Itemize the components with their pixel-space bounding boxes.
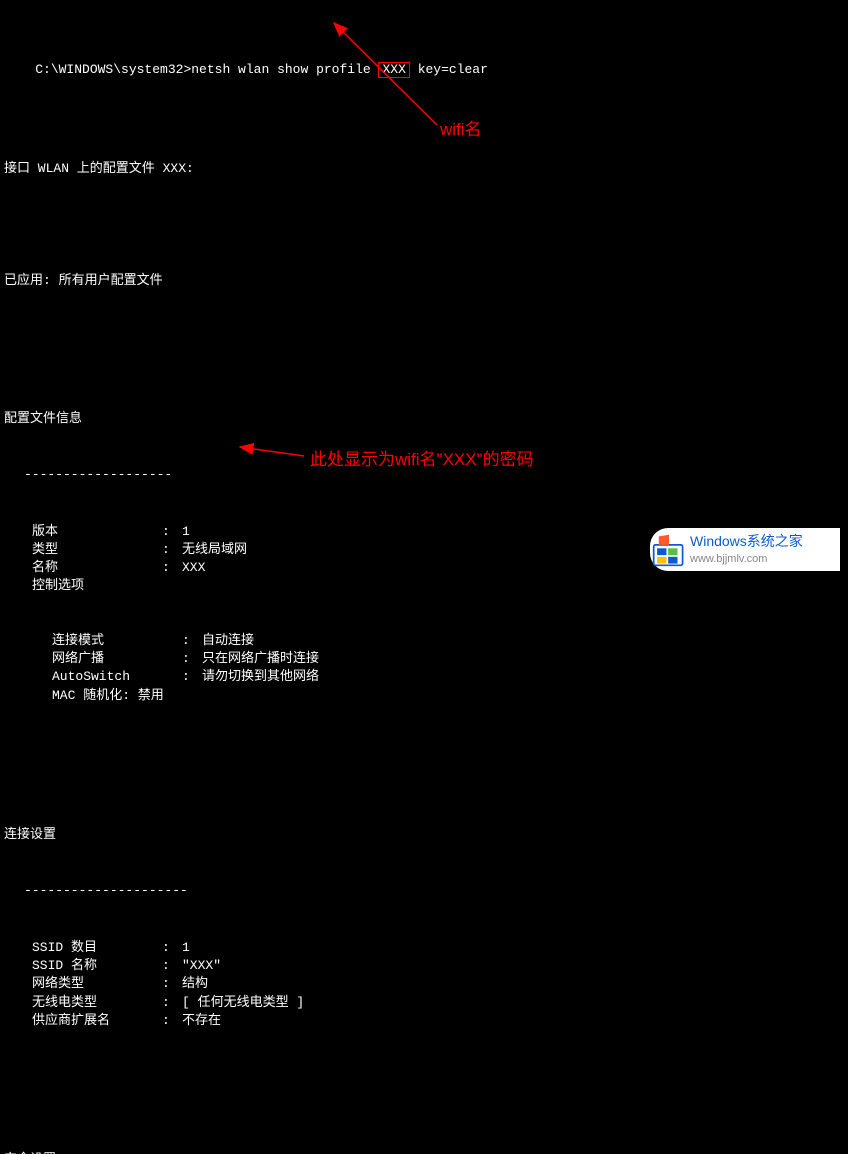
watermark-title: Windows系统之家 xyxy=(690,532,830,552)
kv-value: XXX xyxy=(182,559,205,577)
kv-row: MAC 随机化: 禁用 xyxy=(52,687,844,705)
kv-row: 无线电类型: [ 任何无线电类型 ] xyxy=(32,994,844,1012)
kv-sep xyxy=(162,577,182,595)
kv-key: 供应商扩展名 xyxy=(32,1012,162,1030)
kv-sep: : xyxy=(162,994,182,1012)
kv-value: 结构 xyxy=(182,975,208,993)
cmd-text-before: netsh wlan show profile xyxy=(191,62,378,77)
kv-key: SSID 数目 xyxy=(32,939,162,957)
kv-key: AutoSwitch xyxy=(52,668,182,686)
kv-value: 1 xyxy=(182,523,190,541)
kv-row: 连接模式: 自动连接 xyxy=(52,632,844,650)
kv-value: 请勿切换到其他网络 xyxy=(202,668,319,686)
terminal-output: C:\WINDOWS\system32>netsh wlan show prof… xyxy=(0,0,848,1154)
command-line: C:\WINDOWS\system32>netsh wlan show prof… xyxy=(4,42,844,97)
interface-header: 接口 WLAN 上的配置文件 XXX: xyxy=(4,160,844,178)
kv-row: 控制选项 xyxy=(32,577,844,595)
kv-value: 只在网络广播时连接 xyxy=(202,650,319,668)
highlight-profile-name: XXX xyxy=(378,62,409,78)
kv-key: 名称 xyxy=(32,559,162,577)
kv-sep: : xyxy=(162,957,182,975)
kv-key: 类型 xyxy=(32,541,162,559)
kv-key: 控制选项 xyxy=(32,577,162,595)
kv-value: 无线局域网 xyxy=(182,541,247,559)
section-profile-info-title: 配置文件信息 xyxy=(4,410,844,428)
applied-line: 已应用: 所有用户配置文件 xyxy=(4,272,844,290)
kv-row: AutoSwitch: 请勿切换到其他网络 xyxy=(52,668,844,686)
kv-value: 不存在 xyxy=(182,1012,221,1030)
kv-key: 无线电类型 xyxy=(32,994,162,1012)
divider: --------------------- xyxy=(24,882,844,900)
section-conn-title: 连接设置 xyxy=(4,826,844,844)
kv-sep: : xyxy=(162,541,182,559)
kv-sep: : xyxy=(162,975,182,993)
prompt: C:\WINDOWS\system32> xyxy=(35,62,191,77)
kv-value: [ 任何无线电类型 ] xyxy=(182,994,304,1012)
kv-sep: : xyxy=(162,1012,182,1030)
kv-key: SSID 名称 xyxy=(32,957,162,975)
kv-row: 网络广播: 只在网络广播时连接 xyxy=(52,650,844,668)
section-security-title: 安全设置 xyxy=(4,1151,844,1154)
kv-sep: : xyxy=(182,650,202,668)
windows-logo-icon xyxy=(652,533,686,567)
kv-key: 网络类型 xyxy=(32,975,162,993)
kv-value: 自动连接 xyxy=(202,632,254,650)
kv-value: "XXX" xyxy=(182,957,221,975)
kv-row: SSID 数目: 1 xyxy=(32,939,844,957)
kv-key: 连接模式 xyxy=(52,632,182,650)
kv-sep: : xyxy=(162,559,182,577)
annotation-password: 此处显示为wifi名"XXX"的密码 xyxy=(310,448,534,472)
kv-sep: : xyxy=(162,523,182,541)
kv-sep xyxy=(182,687,202,705)
kv-key: 网络广播 xyxy=(52,650,182,668)
kv-row: SSID 名称: "XXX" xyxy=(32,957,844,975)
kv-sep: : xyxy=(162,939,182,957)
annotation-wifi-name: wifi名 xyxy=(440,118,482,142)
kv-key: 版本 xyxy=(32,523,162,541)
kv-key: MAC 随机化: 禁用 xyxy=(52,687,182,705)
cmd-text-after: key=clear xyxy=(410,62,488,77)
kv-row: 网络类型: 结构 xyxy=(32,975,844,993)
kv-sep: : xyxy=(182,632,202,650)
kv-sep: : xyxy=(182,668,202,686)
kv-row: 供应商扩展名: 不存在 xyxy=(32,1012,844,1030)
watermark-url: www.bjjmlv.com xyxy=(690,552,830,567)
watermark: Windows系统之家 www.bjjmlv.com xyxy=(650,528,840,571)
kv-value: 1 xyxy=(182,939,190,957)
